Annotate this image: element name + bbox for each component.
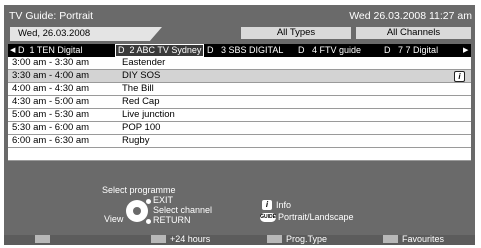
programme-time: 6:00 am - 6:30 am xyxy=(12,135,90,146)
return-hint: RETURN xyxy=(153,215,191,225)
info-icon: i xyxy=(262,200,272,210)
view-hint: View xyxy=(104,214,124,224)
help-panel: Select programme EXIT Select channel RET… xyxy=(4,183,475,235)
channel-tab-5[interactable]: D 7 7 Digital xyxy=(384,44,462,57)
blue-key-label: Favourites xyxy=(402,234,445,244)
channel-tab-4[interactable]: D 4 FTV guide xyxy=(298,44,382,57)
green-key-label: +24 hours xyxy=(170,234,211,244)
programme-time: 3:00 am - 3:30 am xyxy=(12,57,90,68)
programme-row[interactable]: 4:30 am - 5:00 am Red Cap xyxy=(8,96,471,109)
channel-number: 2 xyxy=(129,45,135,55)
channel-left-arrow-icon[interactable]: ◀ xyxy=(10,44,15,57)
color-key-bar: +24 hours Prog.Type Favourites xyxy=(4,234,475,245)
blue-key-icon[interactable] xyxy=(383,235,398,243)
programme-row[interactable]: 5:00 am - 5:30 am Live junction xyxy=(8,109,471,122)
current-datetime: Wed 26.03.2008 11:27 am xyxy=(349,10,472,22)
programme-time: 5:00 am - 5:30 am xyxy=(12,109,90,120)
channel-name: FTV guide xyxy=(319,45,362,55)
channel-right-arrow-icon[interactable]: ▶ xyxy=(463,44,468,57)
channel-number: 1 xyxy=(29,45,35,55)
programme-title: Live junction xyxy=(122,109,175,120)
programme-row[interactable]: 3:30 am - 4:00 am DIY SOS i xyxy=(8,70,471,83)
date-label: Wed, 26.03.2008 xyxy=(18,28,91,39)
programme-title: Red Cap xyxy=(122,96,160,107)
select-programme-hint: Select programme xyxy=(102,185,176,195)
programme-time: 3:30 am - 4:00 am xyxy=(12,70,90,81)
programme-title: DIY SOS xyxy=(122,70,161,81)
channel-type: D xyxy=(384,45,391,55)
channel-filter-label: All Channels xyxy=(386,27,441,38)
programme-time: 4:30 am - 5:00 am xyxy=(12,96,90,107)
type-filter-label: All Types xyxy=(276,27,316,38)
channel-type: D xyxy=(298,45,305,55)
channel-tab-2[interactable]: D 2 ABC TV Sydney xyxy=(115,44,204,57)
channel-type: D xyxy=(18,45,25,55)
dpad-icon xyxy=(126,200,148,222)
guide-frame: TV Guide: Portrait Wed 26.03.2008 11:27 … xyxy=(4,5,475,245)
programme-title: Rugby xyxy=(122,135,150,146)
bullet-icon xyxy=(146,219,151,224)
channel-name: 7 Digital xyxy=(405,45,439,55)
bullet-icon xyxy=(146,199,151,204)
channel-number: 4 xyxy=(312,45,318,55)
channel-number: 7 xyxy=(398,45,404,55)
programme-time: 4:00 am - 4:30 am xyxy=(12,83,90,94)
programme-title: Eastender xyxy=(122,57,166,68)
programme-title: POP 100 xyxy=(122,122,161,133)
guide-title: TV Guide: Portrait xyxy=(9,10,94,22)
yellow-key-label: Prog.Type xyxy=(286,234,328,244)
programme-row[interactable]: 5:30 am - 6:00 am POP 100 xyxy=(8,122,471,135)
channel-tab-3[interactable]: D 3 SBS DIGITAL xyxy=(207,44,293,57)
channel-type: D xyxy=(118,45,125,55)
green-key-icon[interactable] xyxy=(151,235,166,243)
programme-row[interactable]: 4:00 am - 4:30 am The Bill xyxy=(8,83,471,96)
programme-title: The Bill xyxy=(122,83,154,94)
programme-row-empty xyxy=(8,148,471,161)
portrait-landscape-hint: Portrait/Landscape xyxy=(278,212,354,222)
exit-hint: EXIT xyxy=(153,195,174,205)
guide-button-icon: GUIDE xyxy=(260,213,276,222)
channel-strip: ◀ D 1 TEN Digital D 2 ABC TV Sydney D 3 … xyxy=(8,44,471,57)
programme-row[interactable]: 3:00 am - 3:30 am Eastender xyxy=(8,57,471,70)
channel-name: SBS DIGITAL xyxy=(228,45,284,55)
yellow-key-icon[interactable] xyxy=(267,235,282,243)
type-filter-button[interactable]: All Types xyxy=(241,27,351,39)
programme-time: 5:30 am - 6:00 am xyxy=(12,122,90,133)
channel-name: ABC TV Sydney xyxy=(136,45,202,55)
date-selector[interactable]: Wed, 26.03.2008 xyxy=(10,27,162,41)
tv-guide-screen: TV Guide: Portrait Wed 26.03.2008 11:27 … xyxy=(0,0,481,248)
programme-row[interactable]: 6:00 am - 6:30 am Rugby xyxy=(8,135,471,148)
channel-number: 3 xyxy=(221,45,227,55)
red-key-icon[interactable] xyxy=(35,235,50,243)
channel-name: TEN Digital xyxy=(36,45,83,55)
title-bar: TV Guide: Portrait Wed 26.03.2008 11:27 … xyxy=(4,5,475,24)
info-icon[interactable]: i xyxy=(454,71,465,82)
filter-bar: Wed, 26.03.2008 All Types All Channels xyxy=(4,24,475,41)
select-channel-hint: Select channel xyxy=(153,205,213,215)
channel-tab-1[interactable]: D 1 TEN Digital xyxy=(18,44,114,57)
info-hint: Info xyxy=(276,200,292,210)
channel-type: D xyxy=(207,45,214,55)
channel-filter-button[interactable]: All Channels xyxy=(356,27,471,39)
